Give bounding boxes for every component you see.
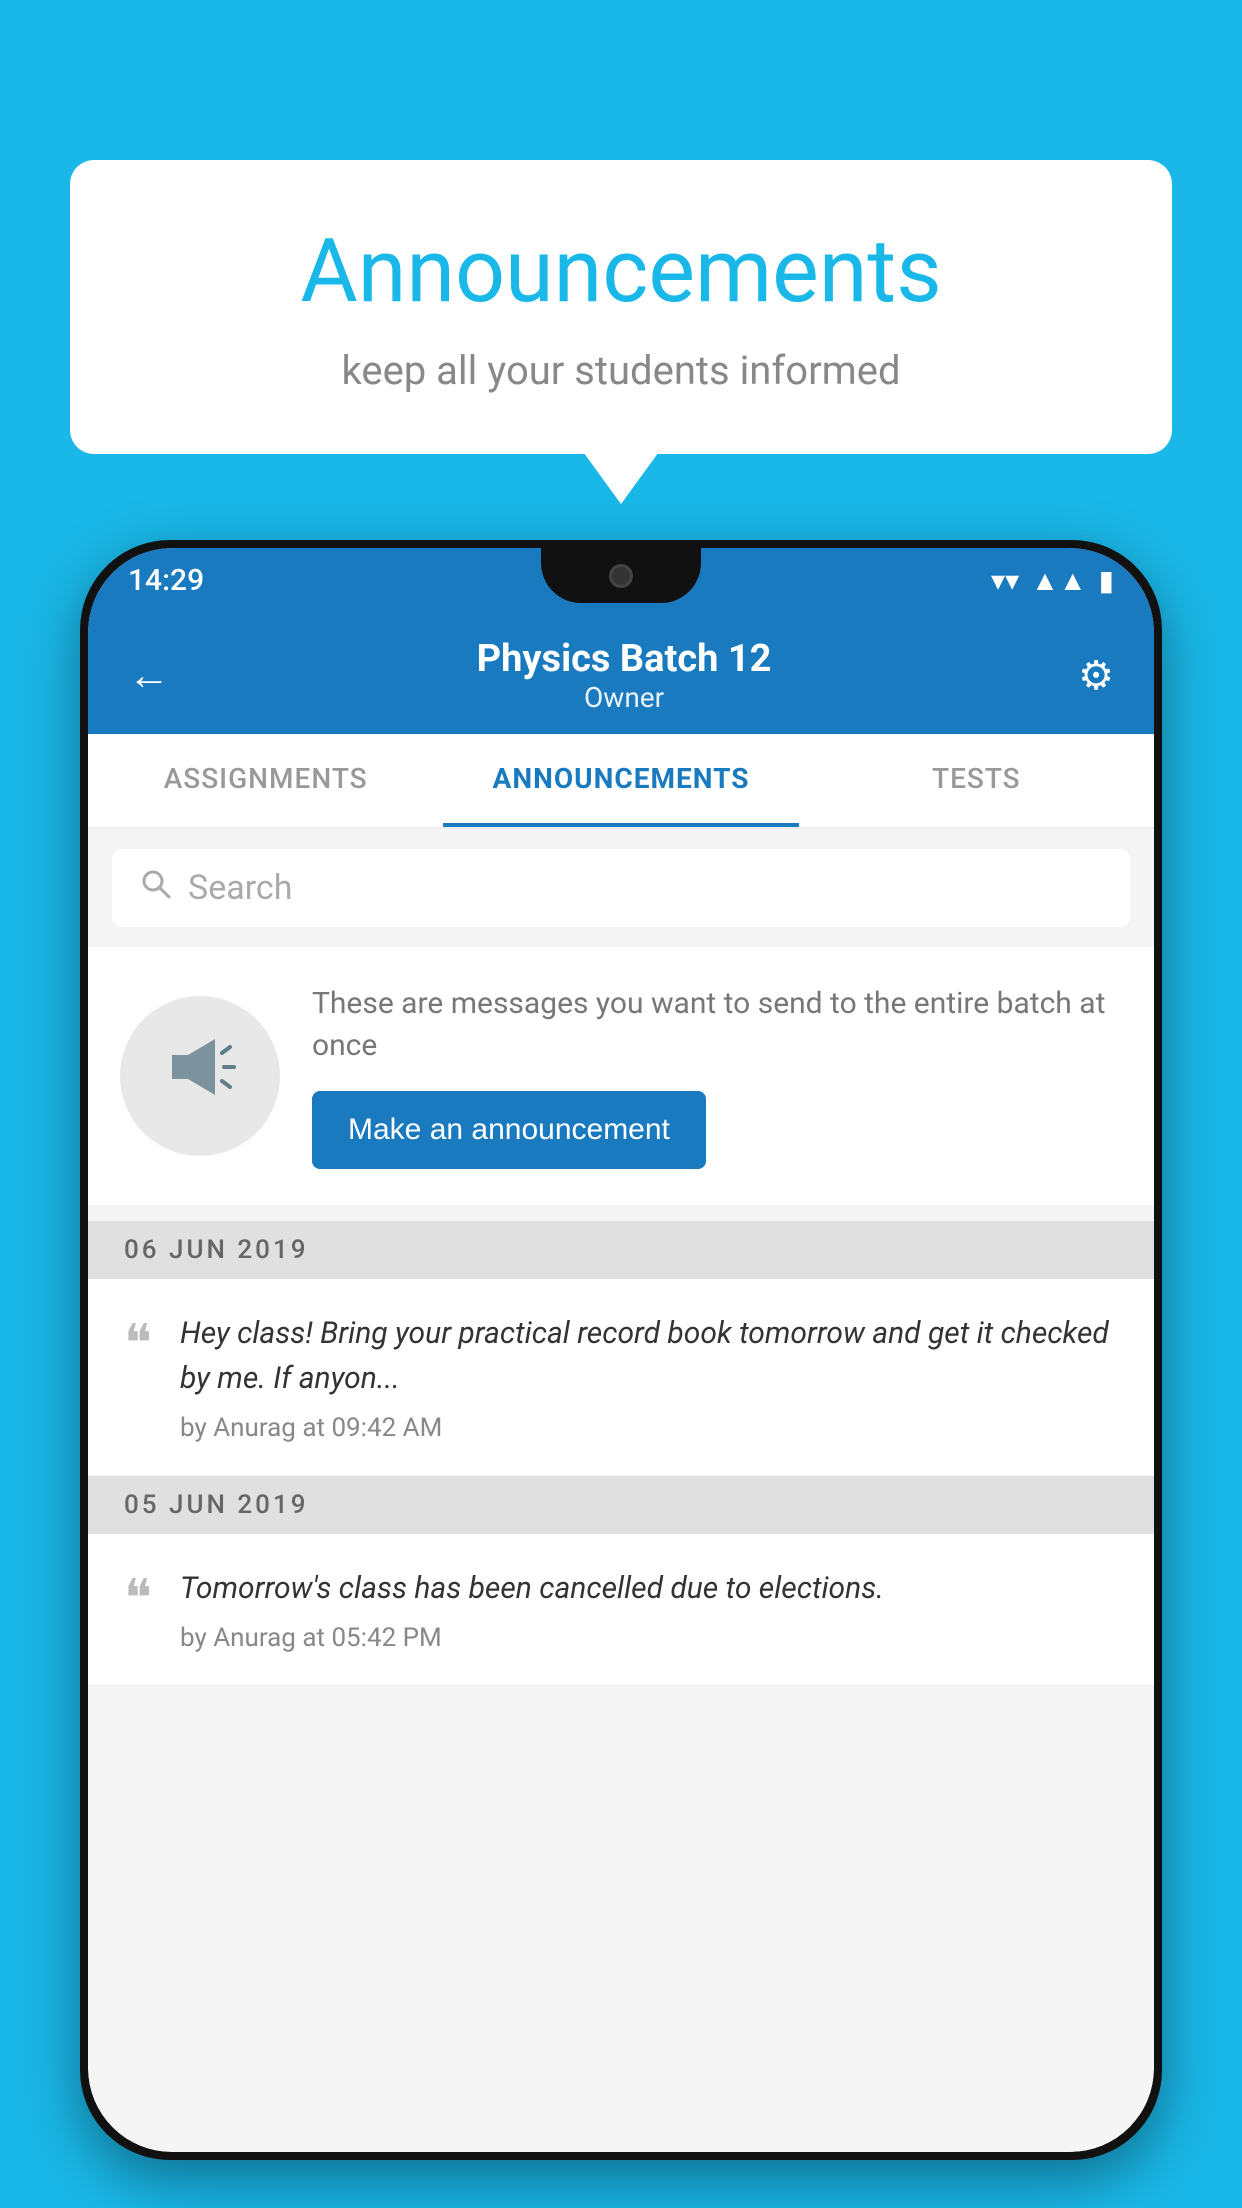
header-title-area: Physics Batch 12 Owner (477, 637, 772, 714)
announcement-text-2: Tomorrow's class has been cancelled due … (180, 1566, 1118, 1611)
settings-button[interactable]: ⚙ (1078, 652, 1114, 699)
tab-bar: ASSIGNMENTS ANNOUNCEMENTS TESTS (88, 734, 1154, 829)
promo-icon-circle (120, 996, 280, 1156)
make-announcement-button[interactable]: Make an announcement (312, 1091, 706, 1169)
phone-wrapper: 14:29 ▾▾ ▲▲ ▮ ← Physics Batch 12 Owner ⚙ (80, 540, 1162, 2208)
search-placeholder: Search (188, 868, 292, 908)
announcement-meta-1: by Anurag at 09:42 AM (180, 1413, 1118, 1443)
bubble-title: Announcements (120, 220, 1122, 323)
signal-icon: ▲▲ (1031, 564, 1086, 597)
date-divider-2: 05 JUN 2019 (88, 1476, 1154, 1534)
date-divider-1: 06 JUN 2019 (88, 1221, 1154, 1279)
notch (541, 548, 701, 603)
tab-announcements[interactable]: ANNOUNCEMENTS (443, 734, 798, 827)
search-icon (140, 867, 172, 909)
announcement-meta-2: by Anurag at 05:42 PM (180, 1623, 1118, 1653)
search-bar[interactable]: Search (112, 849, 1130, 927)
announcement-content-1: Hey class! Bring your practical record b… (180, 1311, 1118, 1443)
app-header: ← Physics Batch 12 Owner ⚙ (88, 613, 1154, 734)
back-button[interactable]: ← (128, 651, 170, 700)
announcement-content-2: Tomorrow's class has been cancelled due … (180, 1566, 1118, 1653)
content-area: Search (88, 829, 1154, 2152)
battery-icon: ▮ (1099, 564, 1114, 597)
announcement-text-1: Hey class! Bring your practical record b… (180, 1311, 1118, 1401)
wifi-icon: ▾▾ (991, 564, 1019, 597)
quote-icon-2: ❝ (124, 1574, 152, 1626)
promo-description: These are messages you want to send to t… (312, 983, 1122, 1067)
speech-bubble: Announcements keep all your students inf… (70, 160, 1172, 454)
phone-screen: 14:29 ▾▾ ▲▲ ▮ ← Physics Batch 12 Owner ⚙ (88, 548, 1154, 2152)
owner-label: Owner (477, 681, 772, 714)
tab-tests[interactable]: TESTS (799, 734, 1154, 827)
phone-mockup: 14:29 ▾▾ ▲▲ ▮ ← Physics Batch 12 Owner ⚙ (80, 540, 1162, 2160)
status-time: 14:29 (128, 563, 204, 598)
speech-bubble-wrapper: Announcements keep all your students inf… (70, 160, 1172, 454)
announcement-item-2[interactable]: ❝ Tomorrow's class has been cancelled du… (88, 1534, 1154, 1686)
promo-card: These are messages you want to send to t… (88, 947, 1154, 1205)
bubble-subtitle: keep all your students informed (120, 347, 1122, 394)
status-bar: 14:29 ▾▾ ▲▲ ▮ (88, 548, 1154, 613)
phone-inner: 14:29 ▾▾ ▲▲ ▮ ← Physics Batch 12 Owner ⚙ (88, 548, 1154, 2152)
tab-assignments[interactable]: ASSIGNMENTS (88, 734, 443, 827)
promo-right: These are messages you want to send to t… (312, 983, 1122, 1169)
status-icons: ▾▾ ▲▲ ▮ (991, 564, 1114, 597)
announcement-item-1[interactable]: ❝ Hey class! Bring your practical record… (88, 1279, 1154, 1476)
quote-icon-1: ❝ (124, 1319, 152, 1371)
notch-camera (609, 564, 633, 588)
megaphone-icon (160, 1027, 240, 1125)
batch-title: Physics Batch 12 (477, 637, 772, 681)
